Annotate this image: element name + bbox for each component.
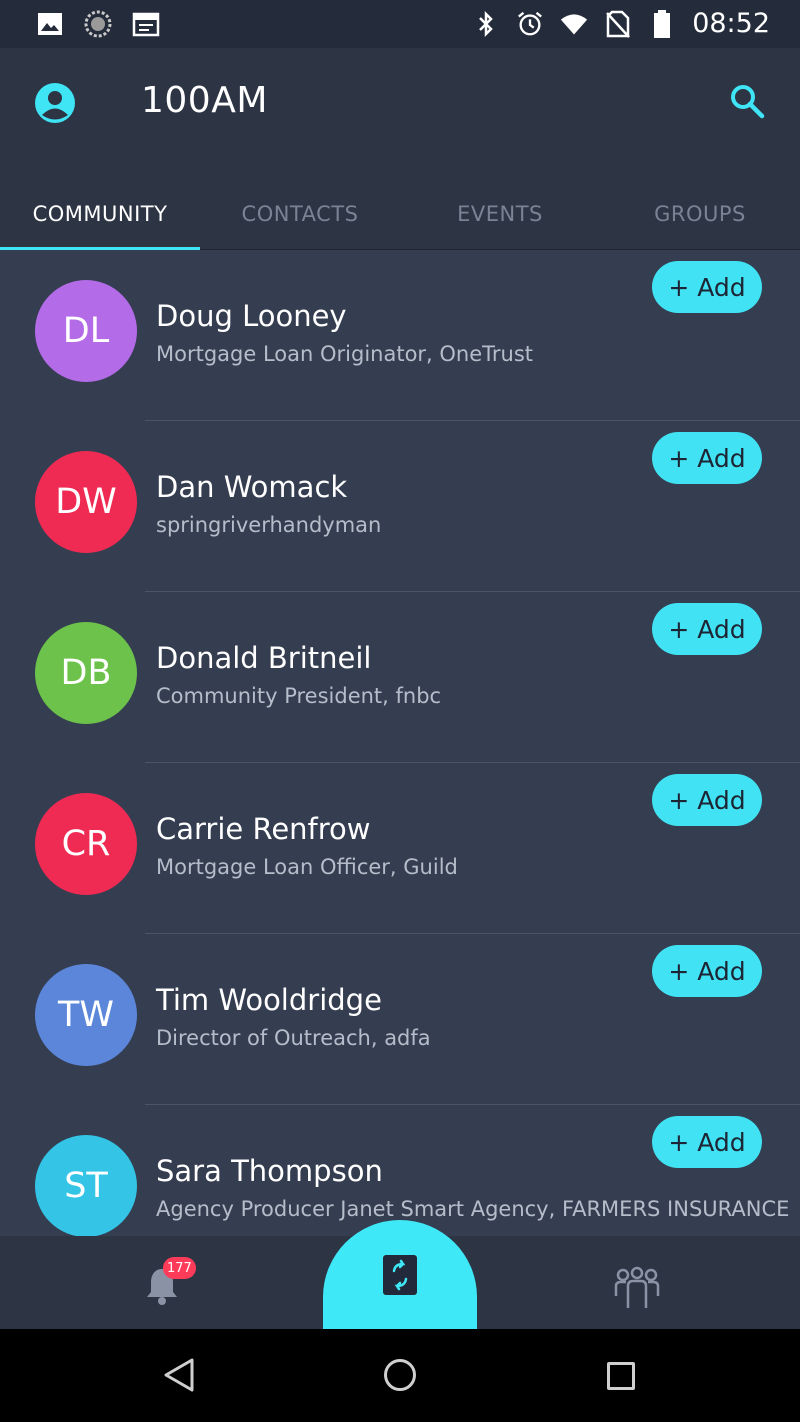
person-name: Carrie Renfrow bbox=[156, 812, 371, 846]
tab-contacts[interactable]: CONTACTS bbox=[200, 178, 400, 250]
community-list[interactable]: DL Doug Looney Mortgage Loan Originator,… bbox=[0, 250, 800, 1236]
person-name: Sara Thompson bbox=[156, 1154, 383, 1188]
avatar: DL bbox=[35, 280, 137, 382]
person-subtitle: Director of Outreach, adfa bbox=[156, 1026, 431, 1050]
search-icon[interactable] bbox=[728, 82, 766, 120]
avatar: ST bbox=[35, 1135, 137, 1236]
tab-community[interactable]: COMMUNITY bbox=[0, 178, 200, 250]
account-circle-icon[interactable] bbox=[34, 82, 76, 124]
people-group-icon[interactable] bbox=[613, 1266, 661, 1310]
person-subtitle: Community President, fnbc bbox=[156, 684, 442, 708]
bottom-nav: 177 bbox=[0, 1220, 800, 1329]
tab-events[interactable]: EVENTS bbox=[400, 178, 600, 250]
back-icon[interactable] bbox=[162, 1357, 196, 1393]
add-button[interactable]: + Add bbox=[652, 945, 762, 997]
person-name: Doug Looney bbox=[156, 299, 347, 333]
home-icon[interactable] bbox=[384, 1359, 416, 1391]
add-button[interactable]: + Add bbox=[652, 774, 762, 826]
app-title: 100AM bbox=[141, 80, 268, 121]
add-button[interactable]: + Add bbox=[652, 261, 762, 313]
system-nav-bar bbox=[0, 1329, 800, 1422]
tab-groups[interactable]: GROUPS bbox=[600, 178, 800, 250]
status-bar: 08:52 bbox=[0, 0, 800, 48]
person-name: Dan Womack bbox=[156, 470, 348, 504]
list-item[interactable]: ST Sara Thompson Agency Producer Janet S… bbox=[0, 1105, 800, 1236]
list-item[interactable]: DB Donald Britneil Community President, … bbox=[0, 592, 800, 763]
person-subtitle: Mortgage Loan Officer, Guild bbox=[156, 855, 458, 879]
person-subtitle: springriverhandyman bbox=[156, 513, 382, 537]
calendar-icon bbox=[132, 10, 160, 38]
card-exchange-icon bbox=[383, 1254, 417, 1295]
list-item[interactable]: DW Dan Womack springriverhandyman + Add bbox=[0, 421, 800, 592]
add-button[interactable]: + Add bbox=[652, 603, 762, 655]
app-bar: 100AM COMMUNITY CONTACTS EVENTS GROUPS bbox=[0, 48, 800, 250]
wifi-icon bbox=[560, 10, 588, 38]
person-subtitle: Mortgage Loan Originator, OneTrust bbox=[156, 342, 534, 366]
recents-icon[interactable] bbox=[607, 1362, 635, 1390]
battery-icon bbox=[648, 9, 676, 38]
avatar: CR bbox=[35, 793, 137, 895]
add-button[interactable]: + Add bbox=[652, 1116, 762, 1168]
add-button[interactable]: + Add bbox=[652, 432, 762, 484]
clock: 08:52 bbox=[692, 8, 770, 39]
exchange-button[interactable] bbox=[323, 1220, 477, 1329]
no-sim-icon bbox=[604, 10, 632, 38]
avatar: DB bbox=[35, 622, 137, 724]
alarm-icon bbox=[516, 10, 544, 38]
notification-badge: 177 bbox=[163, 1257, 196, 1279]
person-name: Tim Wooldridge bbox=[156, 983, 382, 1017]
person-name: Donald Britneil bbox=[156, 641, 372, 675]
image-icon bbox=[36, 10, 64, 38]
loading-icon bbox=[84, 10, 112, 38]
avatar: DW bbox=[35, 451, 137, 553]
bluetooth-icon bbox=[472, 10, 500, 38]
list-item[interactable]: DL Doug Looney Mortgage Loan Originator,… bbox=[0, 250, 800, 421]
tab-bar: COMMUNITY CONTACTS EVENTS GROUPS bbox=[0, 178, 800, 250]
person-subtitle: Agency Producer Janet Smart Agency, FARM… bbox=[156, 1197, 790, 1221]
list-item[interactable]: CR Carrie Renfrow Mortgage Loan Officer,… bbox=[0, 763, 800, 934]
list-item[interactable]: TW Tim Wooldridge Director of Outreach, … bbox=[0, 934, 800, 1105]
avatar: TW bbox=[35, 964, 137, 1066]
